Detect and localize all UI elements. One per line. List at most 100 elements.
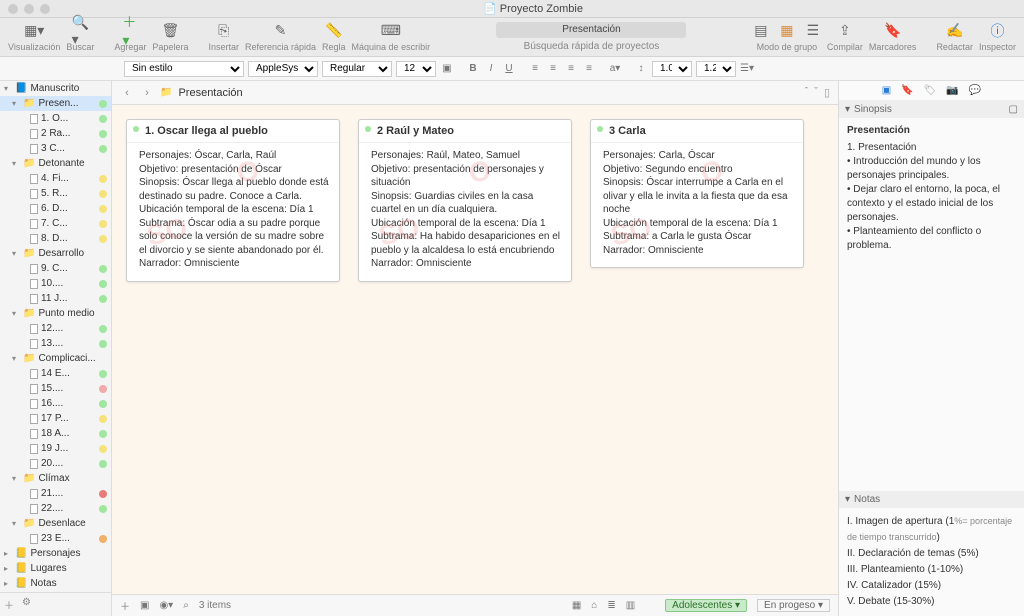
binder-doc[interactable]: 8. D... <box>0 231 111 246</box>
group-mode-outline-icon[interactable]: ☰ <box>805 23 821 39</box>
synopsis-header[interactable]: ▾Sinopsis▢ <box>839 101 1024 118</box>
binder-doc[interactable]: 7. C... <box>0 216 111 231</box>
chevron-right-icon[interactable]: ▸ <box>4 549 12 558</box>
weight-select[interactable]: Regular <box>322 61 392 77</box>
bookmark-icon[interactable]: 🔖 <box>885 23 901 39</box>
nav-back-icon[interactable]: ‹ <box>120 87 134 99</box>
footer-add-icon[interactable]: ＋ <box>120 598 130 613</box>
project-search[interactable]: Búsqueda rápida de proyectos <box>496 41 686 52</box>
status-label[interactable]: En progeso ▾ <box>757 599 830 612</box>
card-title[interactable]: 1. Oscar llega al pueblo <box>127 120 339 143</box>
style-select[interactable]: Sin estilo <box>124 61 244 77</box>
chevron-down-icon[interactable]: ▾ <box>12 354 20 363</box>
index-card[interactable]: 2 Raúl y MateoOSO Personajes: Raúl, Mate… <box>358 119 572 282</box>
footer-stack-icon[interactable]: ≣ <box>607 600 615 611</box>
quickref-icon[interactable]: ✎ <box>272 23 288 39</box>
comments-tab-icon[interactable]: 💬 <box>969 85 981 96</box>
footer-grid-icon[interactable]: ▦ <box>572 600 581 611</box>
binder-root[interactable]: ▾ 📘 Manuscrito <box>0 81 111 96</box>
binder-doc[interactable]: 3 C... <box>0 141 111 156</box>
binder-folder[interactable]: ▾📁Punto medio <box>0 306 111 321</box>
binder-doc[interactable]: 5. R... <box>0 186 111 201</box>
breadcrumb[interactable]: Presentación <box>178 87 242 99</box>
project-title-field[interactable]: Presentación <box>496 22 686 38</box>
card-title[interactable]: 3 Carla <box>591 120 803 143</box>
notes-body[interactable]: I. Imagen de apertura (1%= porcentaje de… <box>839 508 1024 616</box>
binder-folder[interactable]: ▾📁Complicaci... <box>0 351 111 366</box>
binder-doc[interactable]: 20.... <box>0 456 111 471</box>
card-synopsis[interactable]: OSOPersonajes: Carla, Óscar Objetivo: Se… <box>591 143 803 267</box>
gear-icon[interactable]: ⚙ <box>22 597 31 612</box>
chevron-down-icon[interactable]: ▾ <box>12 474 20 483</box>
metadata-tab-icon[interactable]: 🏷 <box>924 85 937 96</box>
align-justify-icon[interactable]: ≡ <box>582 63 596 74</box>
header-up-icon[interactable]: ˆ <box>805 86 809 99</box>
zoom-icon[interactable] <box>40 4 50 14</box>
img-icon[interactable]: ▢ <box>1009 104 1018 115</box>
insert-icon[interactable]: ⎘ <box>216 23 232 39</box>
window-controls[interactable] <box>8 4 50 14</box>
binder-doc[interactable]: 17 P... <box>0 411 111 426</box>
compose-icon[interactable]: ✍ <box>947 23 963 39</box>
footer-tag-icon[interactable]: ⌂ <box>591 600 597 611</box>
close-icon[interactable] <box>8 4 18 14</box>
inspector-icon[interactable]: ⓘ <box>989 23 1005 39</box>
trash-icon[interactable]: 🗑 <box>162 23 178 39</box>
notes-header[interactable]: ▾Notas <box>839 491 1024 508</box>
align-right-icon[interactable]: ≡ <box>564 63 578 74</box>
card-synopsis[interactable]: OSO Personajes: Óscar, Carla, Raúl Objet… <box>127 143 339 281</box>
add-icon[interactable]: ＋▾ <box>122 23 138 39</box>
view-icon[interactable]: ▦▾ <box>26 23 42 39</box>
group-mode-doc-icon[interactable]: ▤ <box>753 23 769 39</box>
binder-doc[interactable]: 4. Fi... <box>0 171 111 186</box>
card-synopsis[interactable]: OSO Personajes: Raúl, Mateo, Samuel Obje… <box>359 143 571 281</box>
binder-doc[interactable]: 2 Ra... <box>0 126 111 141</box>
bold-icon[interactable]: B <box>466 63 480 74</box>
italic-icon[interactable]: I <box>484 63 498 74</box>
binder-doc[interactable]: 15.... <box>0 381 111 396</box>
inspector-tabs[interactable]: ▣ 🔖 🏷 📷 💬 <box>839 81 1024 101</box>
binder-extra[interactable]: ▸📒Notas <box>0 576 111 591</box>
underline-icon[interactable]: U <box>502 63 516 74</box>
minimize-icon[interactable] <box>24 4 34 14</box>
text-color-icon[interactable]: a▾ <box>608 63 622 74</box>
compile-icon[interactable]: ⇪ <box>837 23 853 39</box>
font-stepper-icon[interactable]: ▣ <box>440 63 454 74</box>
typewriter-icon[interactable]: ⌨ <box>383 23 399 39</box>
spacing-select[interactable]: 1.2 <box>696 61 736 77</box>
index-card[interactable]: 1. Oscar llega al puebloOSO Personajes: … <box>126 119 340 282</box>
label-tag[interactable]: Adolescentes ▾ <box>665 599 747 612</box>
chevron-down-icon[interactable]: ▾ <box>12 249 20 258</box>
binder-doc[interactable]: 6. D... <box>0 201 111 216</box>
list-icon[interactable]: ☰▾ <box>740 63 754 74</box>
group-mode-cork-icon[interactable]: ▦ <box>779 23 795 39</box>
synopsis-body[interactable]: Presentación 1. Presentación • Introducc… <box>839 118 1024 259</box>
footer-filter-icon[interactable]: ⌕ <box>183 600 189 611</box>
binder-folder[interactable]: ▾📁Clímax <box>0 471 111 486</box>
nav-fwd-icon[interactable]: › <box>140 87 154 99</box>
binder-doc[interactable]: 10.... <box>0 276 111 291</box>
bookmarks-tab-icon[interactable]: 🔖 <box>901 85 913 96</box>
binder-doc[interactable]: 13.... <box>0 336 111 351</box>
binder-doc[interactable]: 18 A... <box>0 426 111 441</box>
notes-tab-icon[interactable]: ▣ <box>882 85 891 96</box>
binder-doc[interactable]: 9. C... <box>0 261 111 276</box>
header-split-icon[interactable]: ▯ <box>824 86 830 99</box>
line-spacing-icon[interactable]: ↕ <box>634 63 648 74</box>
chevron-right-icon[interactable]: ▸ <box>4 579 12 588</box>
binder-extra[interactable]: ▸📒Personajes <box>0 546 111 561</box>
snapshots-tab-icon[interactable]: 📷 <box>946 85 958 96</box>
footer-bars-icon[interactable]: ▥ <box>626 600 635 611</box>
add-doc-icon[interactable]: ＋ <box>4 597 14 612</box>
align-center-icon[interactable]: ≡ <box>546 63 560 74</box>
chevron-right-icon[interactable]: ▸ <box>4 564 12 573</box>
index-card[interactable]: 3 CarlaOSOPersonajes: Carla, Óscar Objet… <box>590 119 804 268</box>
chevron-down-icon[interactable]: ▾ <box>12 519 20 528</box>
search-icon[interactable]: 🔍▾ <box>72 23 88 39</box>
font-select[interactable]: AppleSystemUIF... <box>248 61 318 77</box>
ruler-icon[interactable]: 📏 <box>326 23 342 39</box>
line-select[interactable]: 1.0x <box>652 61 692 77</box>
binder-doc[interactable]: 22.... <box>0 501 111 516</box>
align-left-icon[interactable]: ≡ <box>528 63 542 74</box>
binder-doc[interactable]: 23 E... <box>0 531 111 546</box>
